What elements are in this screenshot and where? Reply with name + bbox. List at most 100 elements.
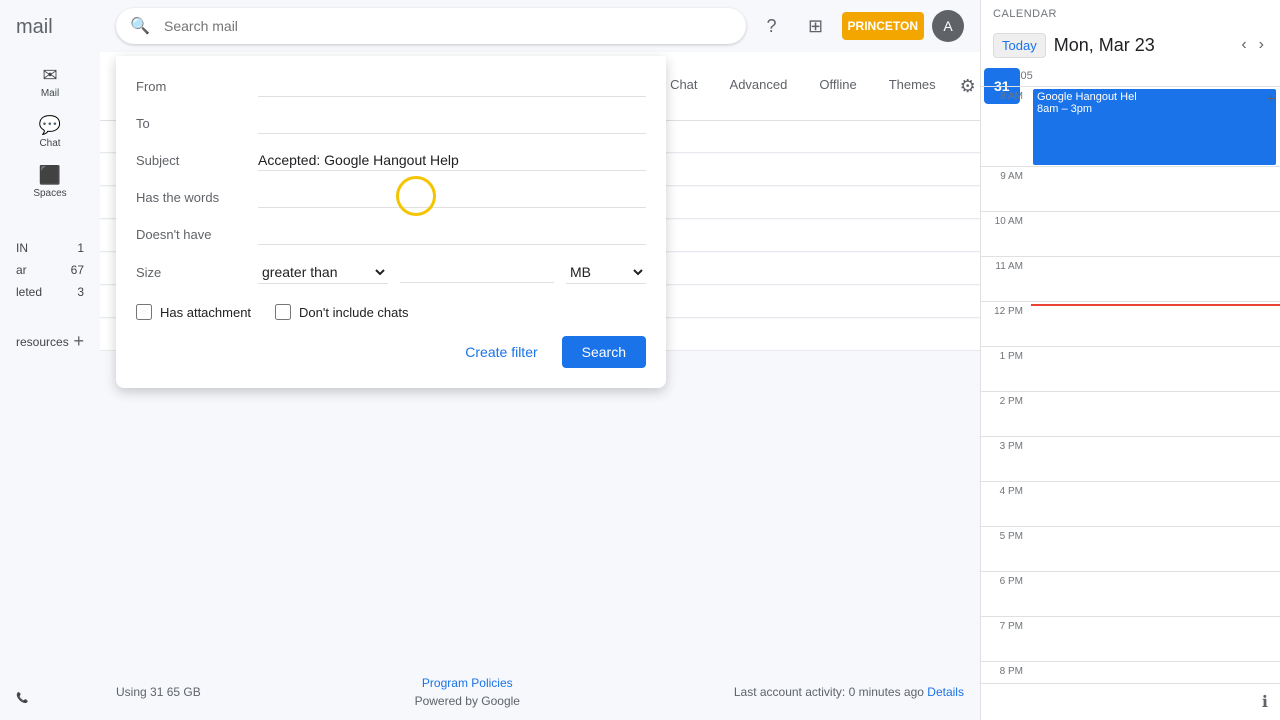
time-area-8pm [1031, 664, 1280, 683]
mail-icon: ✉ [42, 65, 57, 86]
time-area-4pm [1031, 484, 1280, 524]
time-slots: 8 AM Google Hangout Hel 8am – 3pm + 9 AM… [981, 86, 1280, 683]
time-slot-1pm: 1 PM [981, 346, 1280, 391]
time-label-8am: 8 AM [981, 89, 1031, 102]
sidebar-item-mail[interactable]: ✉ Mail [0, 59, 100, 105]
time-label-5pm: 5 PM [981, 529, 1031, 542]
apps-button[interactable]: ⊞ [798, 8, 834, 44]
tab-offline[interactable]: Offline [803, 67, 872, 105]
time-slot-4pm: 4 PM [981, 481, 1280, 526]
subject-row: Subject [116, 142, 666, 179]
add-resource-btn[interactable]: + [73, 331, 84, 352]
checkbox-row: Has attachment Don't include chats [116, 292, 666, 324]
time-area-10am [1031, 214, 1280, 254]
to-input[interactable] [258, 113, 646, 134]
time-area-9am [1031, 169, 1280, 209]
from-input[interactable] [258, 76, 646, 97]
help-button[interactable]: ? [754, 8, 790, 44]
sidebar-item-chat[interactable]: 💬 Chat [0, 109, 100, 155]
calendar-app-label: CALENDAR [993, 8, 1057, 20]
time-slot-8pm: 8 PM [981, 661, 1280, 683]
time-label-11am: 11 AM [981, 259, 1031, 272]
current-time-indicator [1031, 304, 1280, 306]
time-slot-10am: 10 AM [981, 211, 1280, 256]
sidebar-item-spaces[interactable]: ⬛ Spaces [0, 159, 100, 205]
calendar-header: CALENDAR [981, 0, 1280, 28]
calendar-nav: ‹ › [1237, 32, 1268, 58]
time-label-1pm: 1 PM [981, 349, 1031, 362]
calendar-panel: CALENDAR Today Mon, Mar 23 ‹ › GMT-05 8 … [980, 0, 1280, 720]
time-label-2pm: 2 PM [981, 394, 1031, 407]
calendar-next-btn[interactable]: › [1255, 32, 1268, 58]
time-area-2pm [1031, 394, 1280, 434]
doesnt-have-label: Doesn't have [136, 227, 246, 242]
time-area-7pm [1031, 619, 1280, 659]
inbox-label: IN [16, 241, 28, 255]
time-label-7pm: 7 PM [981, 619, 1031, 632]
time-slot-5pm: 5 PM [981, 526, 1280, 571]
has-words-input[interactable] [258, 187, 646, 208]
details-link[interactable]: Details [927, 685, 964, 699]
calendar-prev-btn[interactable]: ‹ [1237, 32, 1250, 58]
tab-advanced[interactable]: Advanced [714, 67, 804, 105]
top-right-icons: ? ⊞ PRINCETON A [754, 8, 964, 44]
has-words-label: Has the words [136, 190, 246, 205]
help-icon: ? [767, 16, 777, 37]
has-attachment-checkbox[interactable] [136, 304, 152, 320]
spaces-icon: ⬛ [39, 165, 61, 186]
size-unit-select[interactable]: MB KB GB [566, 261, 646, 284]
princeton-badge[interactable]: PRINCETON [842, 12, 924, 40]
from-label: From [136, 79, 246, 94]
event-title: Google Hangout Hel [1037, 91, 1272, 103]
program-policies-link[interactable]: Program Policies [422, 676, 513, 690]
powered-by: Powered by Google [415, 694, 520, 708]
dont-include-chats-checkbox[interactable] [275, 304, 291, 320]
subject-input[interactable] [258, 150, 646, 171]
search-input[interactable] [116, 8, 746, 44]
add-event-btn[interactable]: + [1267, 91, 1276, 109]
has-attachment-label: Has attachment [160, 305, 251, 320]
deleted-count: 3 [77, 285, 84, 299]
footer: Using 31 65 GB Program Policies Powered … [100, 664, 980, 720]
settings-gear-button[interactable]: ⚙ [952, 68, 984, 105]
time-area-5pm [1031, 529, 1280, 569]
search-actions-row: Create filter Search [116, 324, 666, 372]
search-container: 🔍 From To Subject [116, 8, 746, 44]
last-activity: Last account activity: 0 minutes ago Det… [734, 685, 964, 699]
time-slot-8am: 8 AM Google Hangout Hel 8am – 3pm + [981, 86, 1280, 166]
search-button[interactable]: Search [562, 336, 646, 368]
calendar-info-icon[interactable]: ℹ [1262, 692, 1268, 712]
size-value-input[interactable] [400, 262, 554, 283]
calendar-footer: ℹ [981, 683, 1280, 720]
time-label-6pm: 6 PM [981, 574, 1031, 587]
calendar-event[interactable]: Google Hangout Hel 8am – 3pm [1033, 89, 1276, 165]
dont-include-chats-checkbox-item[interactable]: Don't include chats [275, 304, 408, 320]
time-label-8pm: 8 PM [981, 664, 1031, 677]
today-button[interactable]: Today [993, 33, 1046, 58]
sidebar: mail ✉ Mail 💬 Chat ⬛ Spaces IN 1 ar 67 [0, 0, 100, 720]
time-slot-9am: 9 AM [981, 166, 1280, 211]
create-filter-button[interactable]: Create filter [453, 336, 549, 368]
has-attachment-checkbox-item[interactable]: Has attachment [136, 304, 251, 320]
time-slot-3pm: 3 PM [981, 436, 1280, 481]
to-row: To [116, 105, 666, 142]
archive-label: ar [16, 263, 27, 277]
doesnt-have-row: Doesn't have [116, 216, 666, 253]
doesnt-have-input[interactable] [258, 224, 646, 245]
search-icon[interactable]: 🔍 [130, 16, 150, 36]
time-area-8am: Google Hangout Hel 8am – 3pm + [1031, 89, 1280, 129]
time-label-9am: 9 AM [981, 169, 1031, 182]
timezone-label: GMT-05 [981, 66, 1280, 86]
time-area-6pm [1031, 574, 1280, 614]
has-words-row: Has the words [116, 179, 666, 216]
time-slot-12pm: 12 PM [981, 301, 1280, 346]
resources-label: resources [16, 335, 69, 349]
app-title: mail [0, 8, 100, 55]
storage-info: Using 31 65 GB [116, 685, 201, 699]
to-label: To [136, 116, 246, 131]
time-slot-11am: 11 AM [981, 256, 1280, 301]
user-avatar[interactable]: A [932, 10, 964, 42]
tab-themes[interactable]: Themes [873, 67, 952, 105]
size-comparator-select[interactable]: greater than less than [258, 261, 388, 284]
deleted-label: leted [16, 285, 42, 299]
